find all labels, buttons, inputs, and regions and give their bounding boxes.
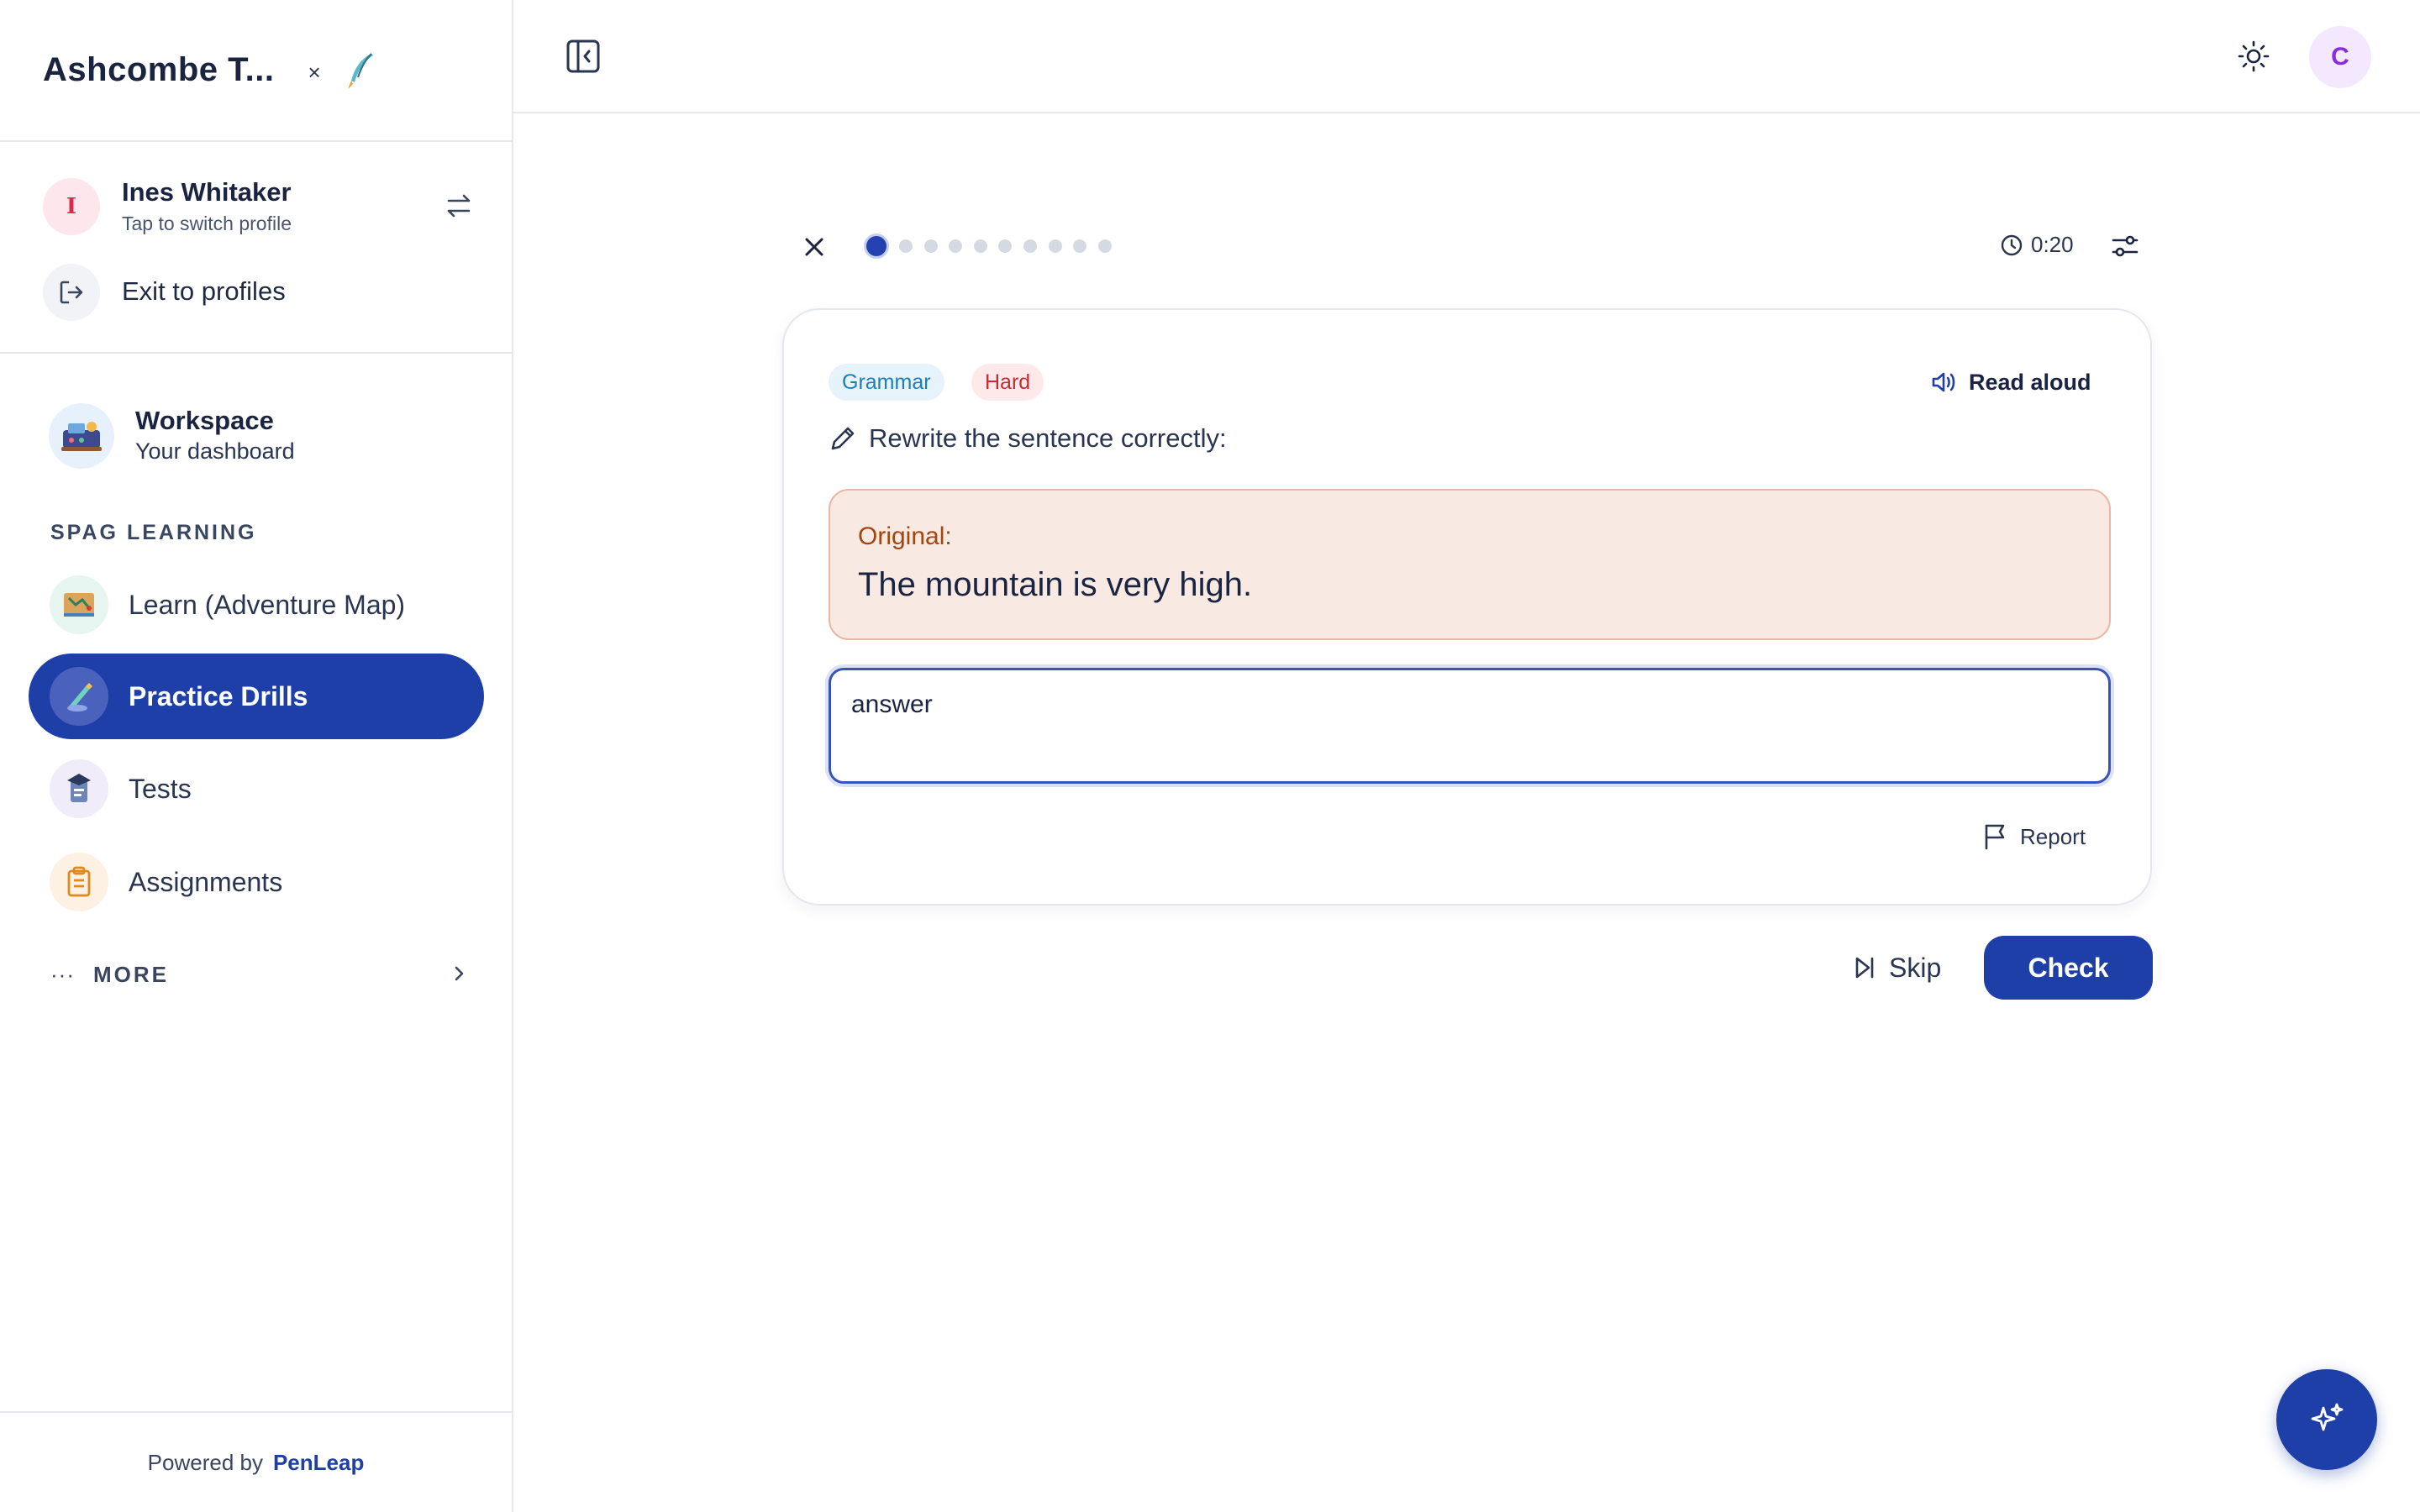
- report-label: Report: [2020, 823, 2086, 849]
- progress-dot: [923, 239, 938, 253]
- more-label: MORE: [92, 961, 169, 987]
- clock-icon: [2001, 234, 2023, 255]
- powered-by-prefix: Powered by: [147, 1449, 263, 1475]
- sidebar-brand: Ashcombe T... ×: [0, 0, 512, 142]
- quill-logo-icon: [347, 52, 373, 89]
- progress-dot-current: [864, 234, 889, 259]
- progress-dot: [973, 239, 987, 253]
- report-button[interactable]: Report: [1981, 822, 2086, 851]
- sidebar-item-label: Practice Drills: [129, 680, 308, 711]
- original-sentence: The mountain is very high.: [858, 566, 1253, 603]
- sidebar-more-toggle[interactable]: ··· MORE: [50, 958, 471, 991]
- powered-by-brand[interactable]: PenLeap: [273, 1450, 364, 1476]
- settings-sliders-icon[interactable]: [2108, 229, 2142, 263]
- logout-icon: [60, 281, 83, 304]
- difficulty-badge: Hard: [971, 364, 1044, 401]
- powered-by-footer: Powered by PenLeap: [0, 1411, 512, 1512]
- ai-assistant-button[interactable]: [2276, 1369, 2377, 1470]
- user-avatar[interactable]: C: [2309, 26, 2371, 88]
- sidebar-item-practice-drills[interactable]: Practice Drills: [29, 654, 484, 739]
- sidebar-item-assignments[interactable]: Assignments: [29, 839, 484, 925]
- sidebar: Ashcombe T... × I Ines Whitaker Tap to s…: [0, 0, 513, 1512]
- question-prompt: Rewrite the sentence correctly:: [829, 423, 1227, 454]
- brand-close-icon[interactable]: ×: [308, 60, 320, 86]
- more-dots-icon: ···: [50, 961, 75, 987]
- progress-dot: [899, 239, 913, 253]
- original-label: Original:: [858, 522, 952, 550]
- clipboard-icon: [50, 853, 108, 911]
- workspace-title: Workspace: [135, 406, 274, 435]
- sidebar-item-tests[interactable]: Tests: [29, 746, 484, 832]
- exit-profiles-label[interactable]: Exit to profiles: [122, 276, 286, 307]
- close-icon[interactable]: [799, 232, 829, 262]
- workspace-subtitle: Your dashboard: [135, 438, 295, 464]
- app-title: Ashcombe T...: [43, 51, 275, 88]
- profile-panel: I Ines Whitaker Tap to switch profile Ex…: [0, 142, 512, 354]
- sidebar-item-label: Assignments: [129, 866, 283, 897]
- profile-subtitle: Tap to switch profile: [122, 213, 292, 234]
- speaker-icon: [1932, 372, 1955, 392]
- nav-workspace[interactable]: Workspace Your dashboard: [0, 395, 512, 475]
- progress-dot: [949, 239, 963, 253]
- section-label-spag: SPAG LEARNING: [50, 521, 257, 544]
- top-bar: C: [513, 0, 2420, 113]
- test-icon: [50, 759, 108, 818]
- pencil-icon: [831, 427, 855, 450]
- prompt-text: Rewrite the sentence correctly:: [869, 423, 1227, 453]
- answer-input[interactable]: [829, 668, 2111, 784]
- skip-label: Skip: [1889, 952, 1942, 983]
- check-button[interactable]: Check: [1984, 936, 2153, 1000]
- read-aloud-label: Read aloud: [1969, 369, 2091, 395]
- progress-dot: [1073, 239, 1087, 253]
- map-icon: [50, 575, 108, 634]
- original-sentence-box: Original: The mountain is very high.: [829, 489, 2111, 640]
- flag-icon: [1985, 824, 2005, 850]
- progress-dots: [864, 233, 1123, 260]
- profile-avatar[interactable]: I: [43, 178, 100, 235]
- category-badge: Grammar: [829, 364, 944, 401]
- workspace-icon: [49, 403, 114, 469]
- chevron-right-icon: [455, 966, 464, 981]
- sidebar-item-label: Learn (Adventure Map): [129, 589, 406, 620]
- timer-value: 0:20: [2031, 232, 2074, 257]
- question-card: Grammar Hard Read aloud Rewrite the sent…: [782, 308, 2152, 906]
- skip-button[interactable]: Skip: [1852, 948, 1941, 988]
- sidebar-item-learn[interactable]: Learn (Adventure Map): [29, 562, 484, 648]
- sidebar-item-label: Tests: [129, 773, 192, 804]
- sidebar-collapse-icon[interactable]: [564, 37, 602, 76]
- progress-dot: [1048, 239, 1062, 253]
- swap-arrows-icon[interactable]: [442, 189, 476, 223]
- drill-icon: [50, 667, 108, 726]
- profile-name[interactable]: Ines Whitaker: [122, 177, 292, 207]
- timer: 0:20: [1999, 232, 2074, 258]
- progress-dot: [998, 239, 1013, 253]
- progress-dot: [1097, 239, 1112, 253]
- sun-icon[interactable]: [2236, 39, 2271, 74]
- progress-dot: [1023, 239, 1037, 253]
- skip-icon: [1855, 957, 1874, 979]
- sparkles-icon: [2311, 1403, 2344, 1431]
- read-aloud-button[interactable]: Read aloud: [1930, 364, 2091, 401]
- exit-profiles-button[interactable]: [43, 264, 100, 321]
